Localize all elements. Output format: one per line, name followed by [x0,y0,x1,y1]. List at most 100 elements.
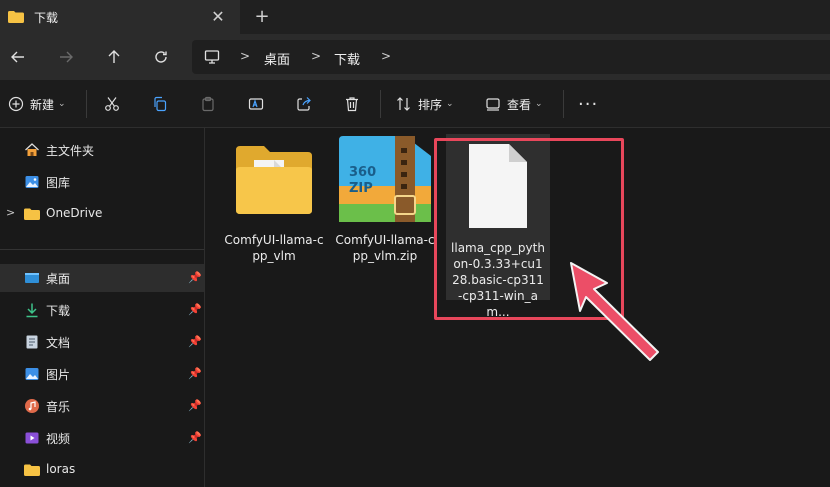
monitor-icon [204,50,220,64]
navigation-pane: 主文件夹 图库 > OneDrive 桌面 📌 下载 📌 文档 📌 图片 📌 音… [0,128,205,487]
home-icon [25,143,39,156]
download-icon [26,303,38,318]
pictures-icon [25,368,39,380]
view-button[interactable]: 查看 ⌄ [485,92,543,116]
more-icon: ··· [578,93,599,115]
copy-button[interactable] [152,92,168,116]
share-icon [297,97,311,111]
pin-icon[interactable]: 📌 [188,303,202,316]
chevron-right-icon: > [311,49,322,63]
refresh-button[interactable] [148,44,174,70]
breadcrumb-desktop[interactable]: 桌面 [264,49,290,68]
sidebar-item-loras[interactable]: loras [0,456,204,484]
sidebar-item-pictures[interactable]: 图片 📌 [0,360,204,388]
cut-button[interactable] [104,92,120,116]
sidebar-item-documents[interactable]: 文档 📌 [0,328,204,356]
document-icon [26,335,38,349]
file-name: ComfyUI-llama-cpp_vlm [224,233,324,263]
file-item-zip[interactable]: 360 ZIP ComfyUI-llama-cpp_vlm.zip [333,134,437,264]
divider [380,90,381,118]
sidebar-item-desktop[interactable]: 桌面 📌 [0,264,204,292]
sort-button[interactable]: 排序 ⌄ [396,92,454,116]
back-button[interactable] [5,44,31,70]
sidebar-item-label: 图库 [46,176,71,190]
tab-title: 下载 [34,10,59,25]
video-icon [25,432,39,444]
file-name: ComfyUI-llama-cpp_vlm.zip [335,233,435,263]
chevron-right-icon: > [240,49,251,63]
desktop-icon [25,273,39,283]
sidebar-item-label: 音乐 [46,400,71,414]
chevron-down-icon: ⌄ [446,99,454,109]
highlight-frame [434,138,624,320]
divider [86,90,87,118]
zip-badge-text: 360 [349,165,376,180]
clipboard-icon [202,96,214,112]
pin-icon[interactable]: 📌 [188,399,202,412]
gallery-icon [25,176,39,188]
pin-icon[interactable]: 📌 [188,335,202,348]
up-button[interactable] [101,44,127,70]
folder-icon [24,208,40,220]
file-item-folder[interactable]: ComfyUI-llama-cpp_vlm [222,140,326,264]
sidebar-item-label: 文档 [46,336,71,350]
folder-icon [236,146,312,214]
sidebar-item-label: 视频 [46,432,71,446]
scissors-icon [105,97,119,111]
sidebar-item-label: 桌面 [46,272,71,286]
divider [0,249,204,250]
breadcrumb-downloads[interactable]: 下载 [334,49,360,68]
new-button[interactable]: 新建 ⌄ [8,92,66,116]
sidebar-item-label: 下载 [46,304,71,318]
new-label: 新建 [30,97,55,112]
arrow-left-icon [11,51,24,63]
sidebar-item-gallery[interactable]: 图库 [0,168,204,196]
divider [563,90,564,118]
plus-circle-icon [8,96,24,112]
arrow-up-icon [108,50,120,63]
chevron-right-icon: > [381,49,392,63]
plus-icon[interactable]: + [251,6,273,28]
folder-icon [8,11,24,23]
more-options-button[interactable]: ··· [578,92,598,116]
chevron-down-icon: ⌄ [58,99,66,109]
pin-icon[interactable]: 📌 [188,271,202,284]
sidebar-item-label: loras [46,462,76,476]
close-icon[interactable]: ✕ [208,7,228,27]
sort-icon [397,97,410,111]
sort-label: 排序 [418,97,443,112]
title-bar: 下载 ✕ + [0,0,830,34]
trash-icon [346,97,358,112]
tab-downloads[interactable]: 下载 ✕ [0,0,240,34]
arrow-right-icon [60,51,73,63]
chevron-right-icon[interactable]: > [6,206,15,219]
address-bar[interactable]: > 桌面 > 下载 > [192,40,830,74]
folder-icon [24,464,40,476]
rename-button[interactable] [248,92,264,116]
copy-icon [154,96,167,112]
forward-button[interactable] [53,44,79,70]
sidebar-item-videos[interactable]: 视频 📌 [0,424,204,452]
zip-archive-icon: 360 ZIP [339,136,431,222]
pin-icon[interactable]: 📌 [188,431,202,444]
rename-icon [248,98,264,110]
music-icon [25,399,39,413]
sidebar-item-label: OneDrive [46,206,103,220]
navigation-bar: > 桌面 > 下载 > [0,34,830,80]
pin-icon[interactable]: 📌 [188,367,202,380]
paste-button[interactable] [200,92,216,116]
command-bar: 新建 ⌄ 排序 ⌄ 查看 ⌄ ··· [0,80,830,128]
sidebar-item-onedrive[interactable]: > OneDrive [0,200,204,228]
chevron-down-icon: ⌄ [535,99,543,109]
delete-button[interactable] [344,92,360,116]
view-icon [486,98,500,111]
share-button[interactable] [296,92,312,116]
sidebar-item-label: 图片 [46,368,71,382]
sidebar-item-downloads[interactable]: 下载 📌 [0,296,204,324]
svg-text:ZIP: ZIP [349,181,373,196]
sidebar-item-home[interactable]: 主文件夹 [0,136,204,164]
sidebar-item-label: 主文件夹 [46,144,95,158]
view-label: 查看 [507,97,532,112]
sidebar-item-music[interactable]: 音乐 📌 [0,392,204,420]
refresh-icon [155,51,167,63]
